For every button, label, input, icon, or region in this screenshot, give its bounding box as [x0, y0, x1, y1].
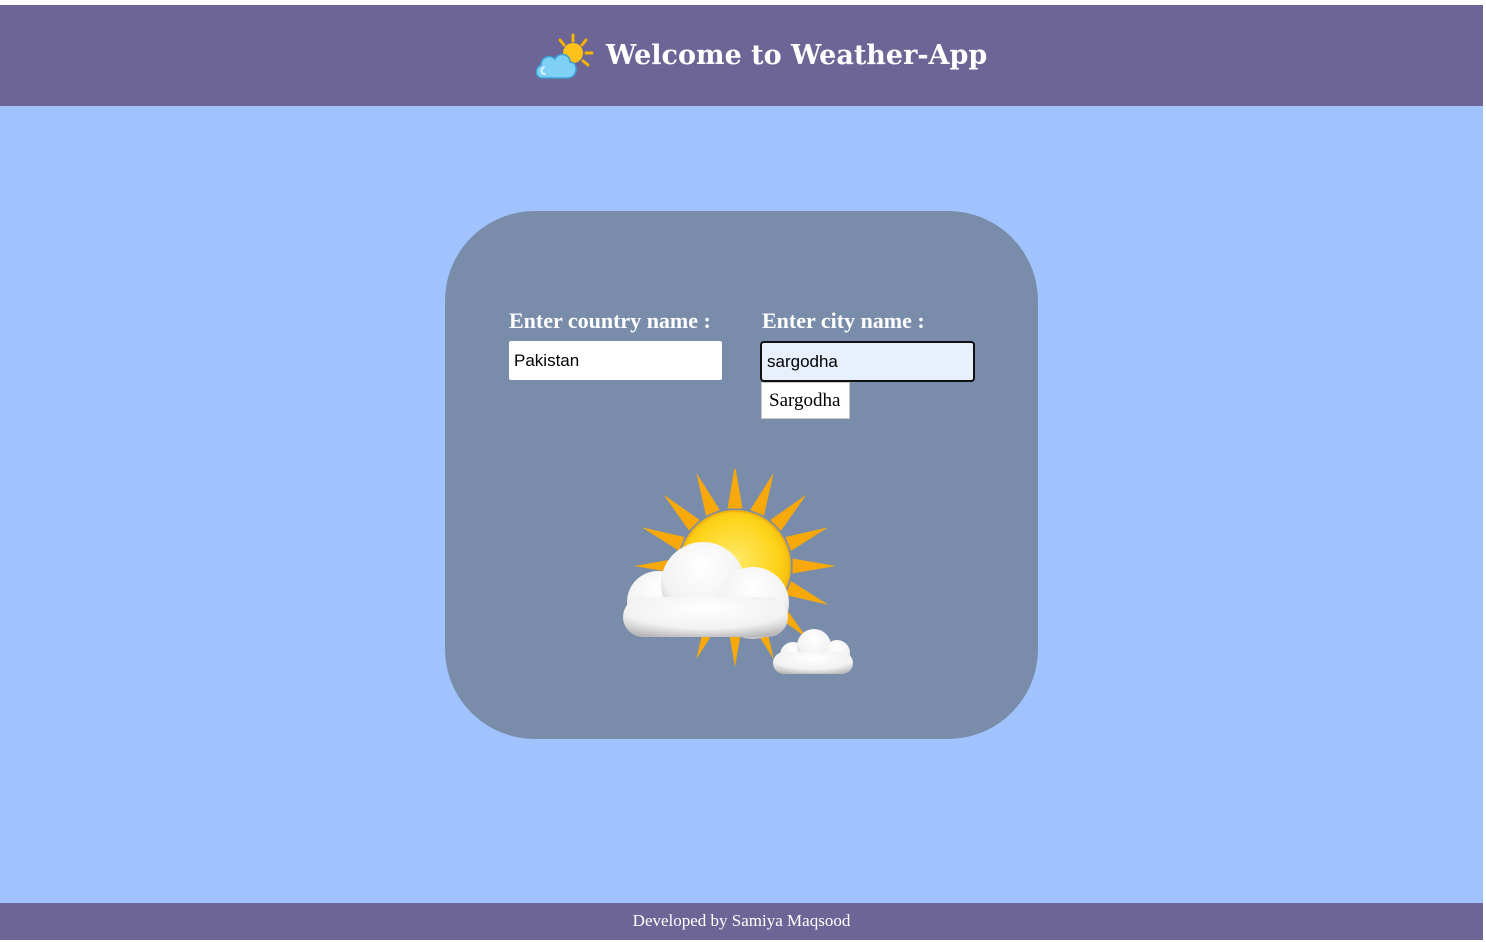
city-input[interactable] — [760, 341, 975, 382]
footer-bar: Developed by Samiya Maqsood — [0, 903, 1483, 940]
page: Welcome to Weather-App Enter country nam… — [0, 5, 1483, 940]
sun-behind-clouds-icon — [623, 469, 853, 674]
page-title: Welcome to Weather-App — [606, 40, 988, 71]
country-label: Enter country name : — [509, 308, 711, 333]
autocomplete-suggestion[interactable]: Sargodha — [761, 382, 850, 419]
city-label: Enter city name : — [762, 308, 925, 333]
footer-credit: Developed by Samiya Maqsood — [632, 911, 851, 930]
header-bar: Welcome to Weather-App — [0, 5, 1483, 106]
partly-cloudy-icon — [535, 33, 594, 79]
country-input[interactable] — [509, 341, 722, 380]
search-card: Enter country name : Enter city name : S… — [445, 211, 1038, 739]
